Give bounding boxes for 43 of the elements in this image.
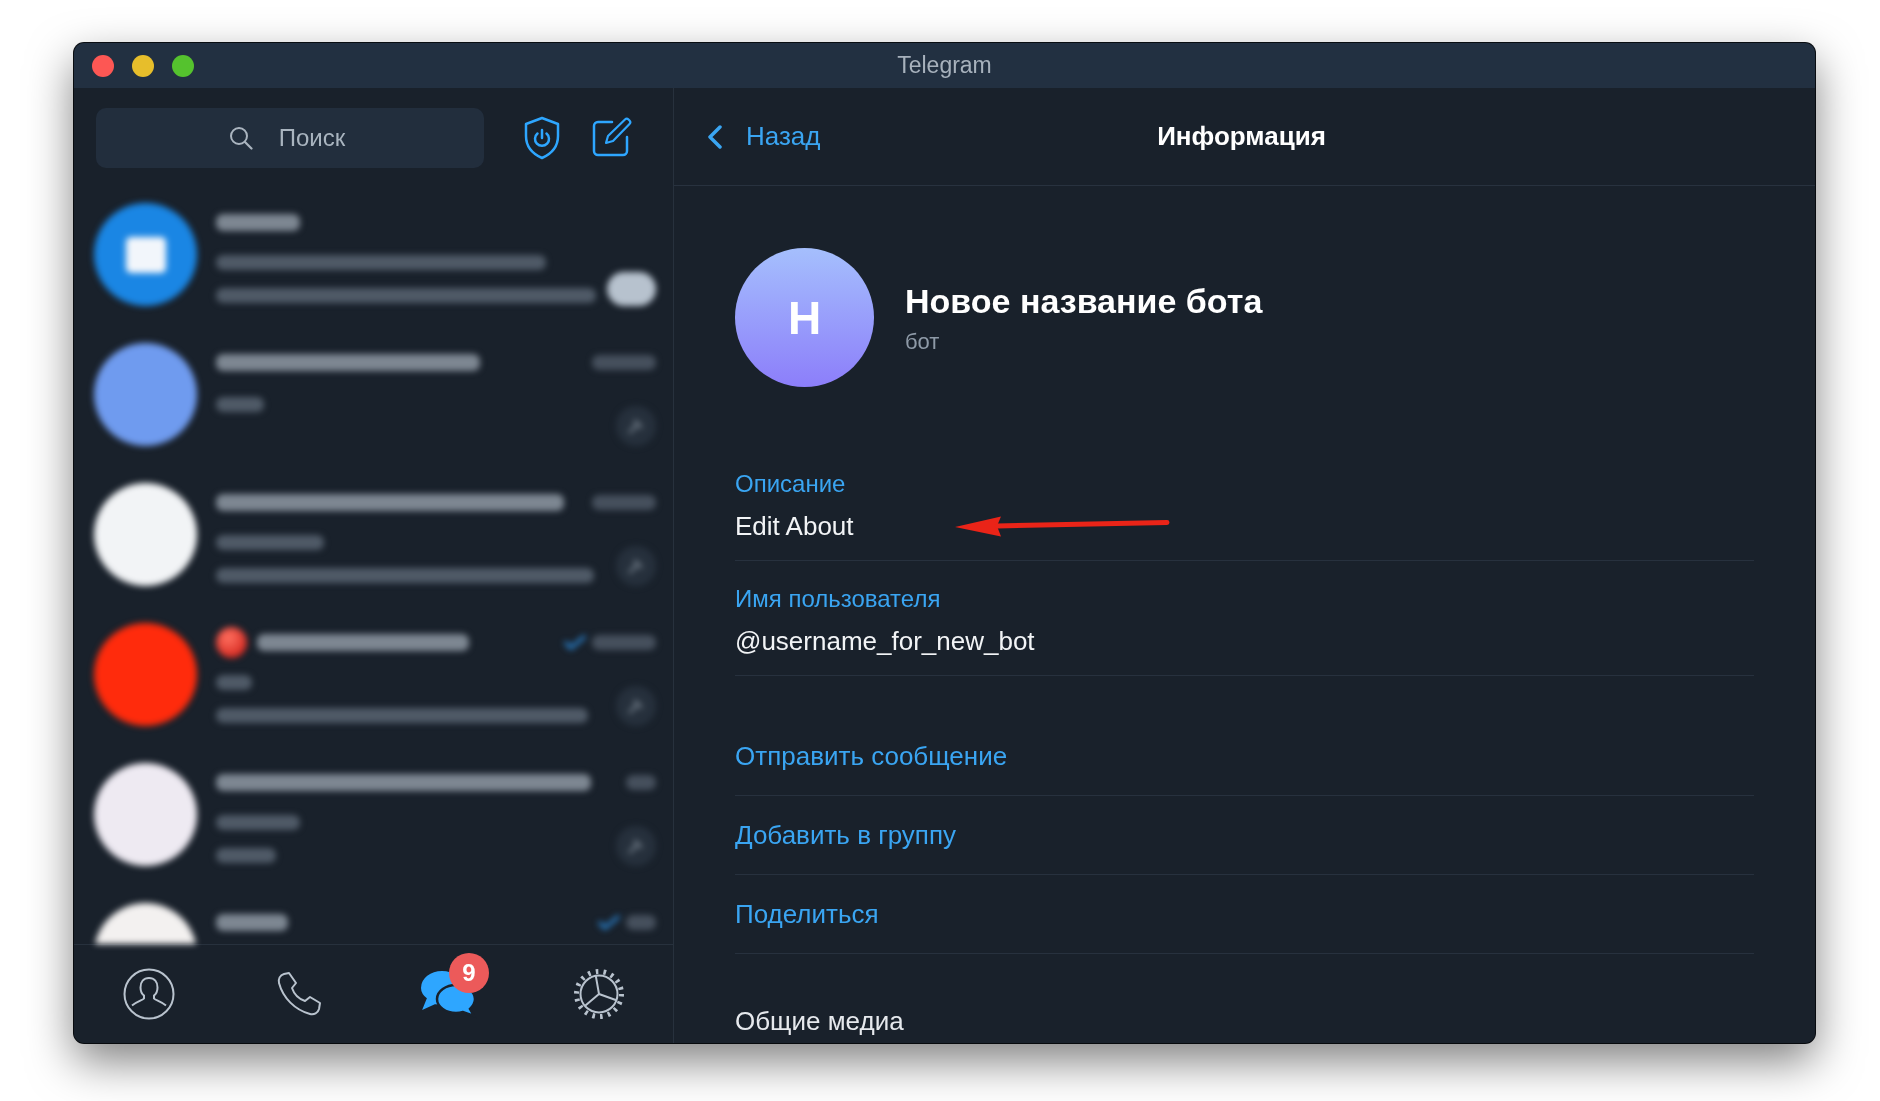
pin-icon — [616, 826, 656, 866]
person-icon — [123, 968, 175, 1020]
gear-icon — [572, 967, 626, 1021]
shield-power-icon — [524, 116, 560, 160]
field-label: Описание — [735, 470, 846, 498]
blurred-badge — [607, 272, 656, 306]
blurred-text — [592, 495, 656, 510]
bot-name: Новое название бота — [905, 280, 1263, 321]
action-link[interactable]: Поделиться — [735, 899, 879, 929]
field-label: Имя пользователя — [735, 585, 941, 613]
blurred-text — [216, 397, 264, 412]
phone-icon — [275, 970, 323, 1018]
unread-count-badge: 9 — [449, 953, 489, 993]
section-title: Общие медиа — [735, 1006, 904, 1036]
chevron-icon — [708, 124, 722, 149]
compose-button[interactable] — [590, 117, 632, 159]
action-link[interactable]: Добавить в группу — [735, 820, 956, 850]
field-value: Edit About — [735, 511, 854, 541]
search-icon — [229, 126, 253, 150]
action-link[interactable]: Отправить сообщение — [735, 741, 1008, 771]
close-button[interactable] — [92, 54, 114, 77]
blurred-text — [216, 914, 288, 931]
avatar: Н — [735, 248, 874, 387]
blurred-text — [216, 675, 252, 690]
minimize-button[interactable] — [132, 54, 154, 77]
zoom-button[interactable] — [172, 54, 194, 77]
back-button[interactable]: Назад — [708, 121, 821, 152]
blurred-text — [592, 355, 656, 370]
shield-button[interactable] — [524, 116, 560, 160]
pin-icon — [616, 406, 656, 446]
pin-icon — [616, 546, 656, 586]
field-value: @username_for_new_bot — [735, 626, 1035, 656]
panel-title: Информация — [1157, 121, 1326, 152]
blurred-text — [592, 635, 656, 650]
profile-subtitle: бот — [905, 328, 940, 355]
blurred-text — [626, 775, 656, 790]
search-field[interactable]: Поиск — [96, 108, 484, 168]
blurred-text — [626, 915, 656, 930]
pin-icon — [616, 686, 656, 726]
pencil-square-icon — [590, 117, 632, 159]
blurred-text — [216, 848, 276, 863]
window-title: Telegram — [897, 52, 992, 79]
chats-tab[interactable]: 9 — [416, 950, 500, 1024]
